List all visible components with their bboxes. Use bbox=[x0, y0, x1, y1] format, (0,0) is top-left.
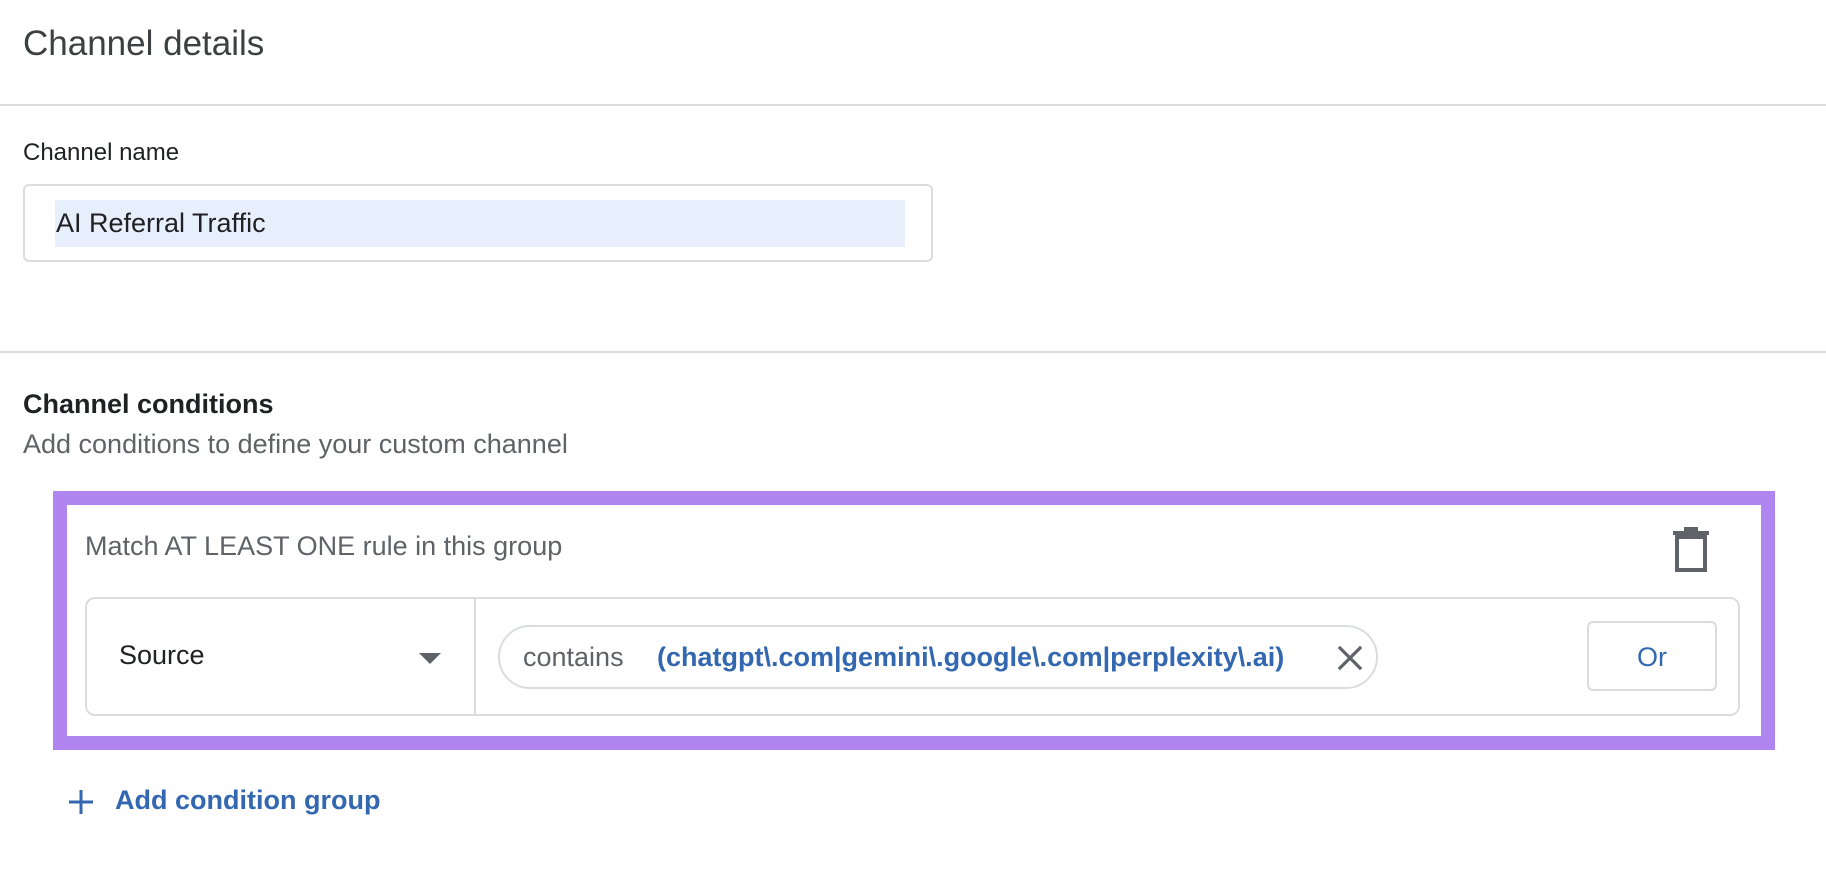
close-icon bbox=[1337, 645, 1363, 671]
section-divider bbox=[0, 351, 1826, 353]
or-button[interactable]: Or bbox=[1587, 621, 1717, 691]
add-condition-group-label: Add condition group bbox=[115, 785, 381, 815]
condition-operator: contains bbox=[523, 642, 624, 672]
page-title: Channel details bbox=[23, 24, 265, 63]
condition-value: (chatgpt\.com|gemini\.google\.com|perple… bbox=[657, 642, 1285, 672]
channel-details-page: Channel details Channel name Channel con… bbox=[0, 0, 1826, 892]
channel-conditions-heading: Channel conditions bbox=[23, 389, 274, 419]
dropdown-arrow-icon bbox=[419, 653, 441, 664]
channel-name-field-container bbox=[23, 184, 933, 262]
channel-name-label: Channel name bbox=[23, 139, 180, 166]
delete-group-button[interactable] bbox=[1669, 525, 1713, 573]
header-divider bbox=[0, 104, 1826, 106]
channel-conditions-description: Add conditions to define your custom cha… bbox=[23, 429, 568, 459]
condition-group-title: Match AT LEAST ONE rule in this group bbox=[85, 531, 563, 561]
condition-rule-row: Source contains (chatgpt\.com|gemini\.go… bbox=[85, 597, 1740, 716]
plus-icon bbox=[69, 790, 93, 814]
channel-name-input[interactable] bbox=[56, 200, 901, 247]
dimension-select-value: Source bbox=[119, 640, 205, 670]
remove-condition-button[interactable] bbox=[1337, 645, 1363, 671]
trash-icon bbox=[1673, 527, 1709, 572]
dimension-select[interactable]: Source bbox=[87, 599, 476, 714]
condition-chip[interactable]: contains (chatgpt\.com|gemini\.google\.c… bbox=[498, 625, 1378, 689]
